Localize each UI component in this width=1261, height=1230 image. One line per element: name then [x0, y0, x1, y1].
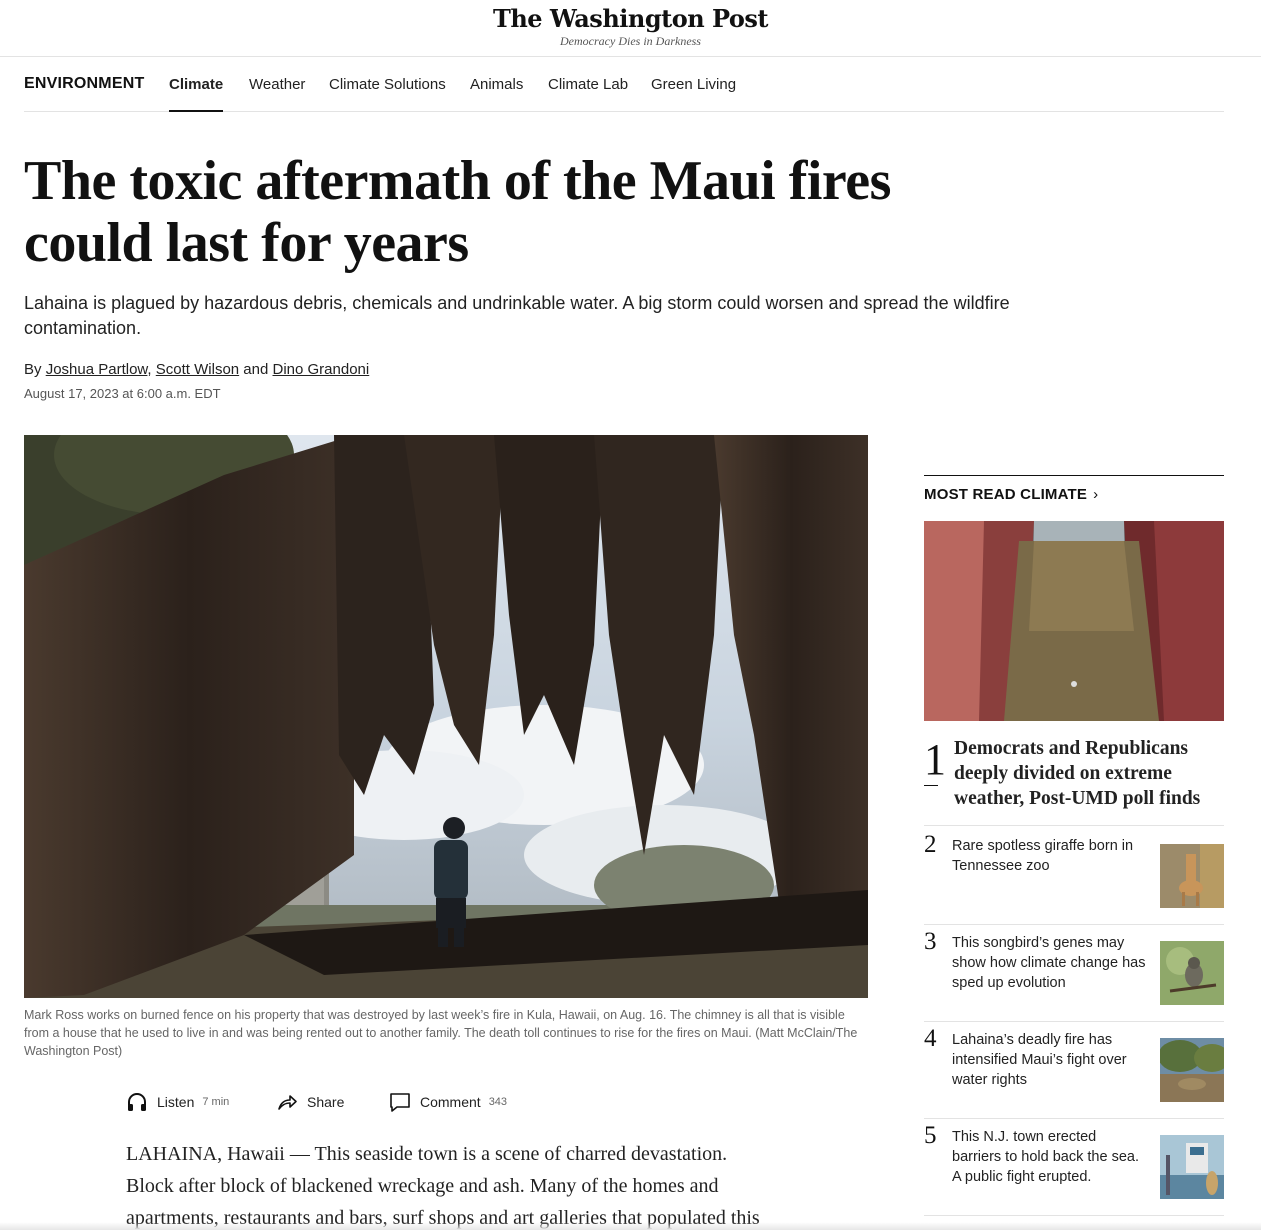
article-action-bar: Listen 7 min Share Comment 343: [126, 1088, 546, 1116]
share-arrow-icon: [276, 1091, 298, 1113]
author-link-3[interactable]: Dino Grandoni: [273, 361, 370, 378]
site-tagline: Democracy Dies in Darkness: [560, 34, 701, 48]
most-read-headline: This N.J. town erected barriers to hold …: [952, 1129, 1139, 1185]
most-read-item-4[interactable]: 4 Lahaina’s deadly fire has intensified …: [924, 1022, 1224, 1119]
comment-label: Comment: [420, 1094, 481, 1110]
author-separator: ,: [147, 361, 152, 378]
lead-photo[interactable]: [24, 435, 868, 998]
most-read-headline: Rare spotless giraffe born in Tennessee …: [952, 838, 1134, 874]
section-nav: ENVIRONMENT Climate Weather Climate Solu…: [24, 57, 1224, 112]
most-read-lead-image[interactable]: [924, 521, 1224, 721]
rank-number: 4: [924, 1025, 937, 1052]
author-link-1[interactable]: Joshua Partlow: [46, 361, 148, 378]
share-label: Share: [307, 1094, 345, 1110]
songbird-thumbnail: [1160, 941, 1224, 1005]
most-read-title[interactable]: MOST READ CLIMATE ›: [924, 486, 1098, 503]
page-bottom-fade: [0, 1222, 1261, 1230]
giraffe-thumbnail: [1160, 844, 1224, 908]
most-read-item-1[interactable]: 1 Democrats and Republicans deeply divid…: [924, 736, 1224, 826]
most-read-headline: Lahaina’s deadly fire has intensified Ma…: [952, 1032, 1127, 1088]
comment-bubble-icon: [389, 1091, 411, 1113]
publish-date: August 17, 2023 at 6:00 a.m. EDT: [24, 386, 221, 401]
photo-caption: Mark Ross works on burned fence on his p…: [24, 1008, 858, 1058]
nav-item-climate-solutions[interactable]: Climate Solutions: [329, 76, 446, 112]
listen-button[interactable]: Listen 7 min: [126, 1088, 229, 1116]
article-body-paragraph: LAHAINA, Hawaii — This seaside town is a…: [126, 1143, 760, 1229]
nj-town-thumbnail: [1160, 1135, 1224, 1199]
byline: By Joshua Partlow, Scott Wilson and Dino…: [24, 361, 369, 378]
maui-water-thumbnail: [1160, 1038, 1224, 1102]
section-title[interactable]: ENVIRONMENT: [24, 75, 144, 93]
comment-button[interactable]: Comment 343: [389, 1088, 507, 1116]
rank-number: 2: [924, 831, 937, 858]
most-read-item-2[interactable]: 2 Rare spotless giraffe born in Tennesse…: [924, 828, 1224, 925]
rank-number: 1: [924, 735, 946, 784]
most-read-headline: Democrats and Republicans deeply divided…: [954, 738, 1201, 809]
nav-item-animals[interactable]: Animals: [470, 76, 523, 112]
comment-count: 343: [488, 1096, 508, 1108]
masthead: The Washington Post Democracy Dies in Da…: [0, 0, 1261, 57]
listen-duration: 7 min: [202, 1096, 230, 1108]
nav-item-climate[interactable]: Climate: [169, 76, 224, 112]
listen-label: Listen: [157, 1094, 195, 1110]
rank-number: 5: [924, 1122, 937, 1149]
author-and: and: [243, 361, 269, 378]
chevron-right-icon: ›: [1093, 486, 1099, 503]
share-button[interactable]: Share: [276, 1088, 344, 1116]
headphones-icon: [126, 1091, 148, 1113]
site-logo[interactable]: The Washington Post: [0, 4, 1261, 33]
nav-item-green-living[interactable]: Green Living: [651, 76, 736, 112]
most-read-item-5[interactable]: 5 This N.J. town erected barriers to hol…: [924, 1119, 1224, 1216]
author-link-2[interactable]: Scott Wilson: [156, 361, 239, 378]
nav-item-climate-lab[interactable]: Climate Lab: [548, 76, 628, 112]
most-read-title-text: MOST READ CLIMATE: [924, 486, 1088, 503]
rank-underline: [924, 785, 938, 786]
most-read-headline: This songbird’s genes may show how clima…: [952, 935, 1146, 991]
nav-item-weather[interactable]: Weather: [249, 76, 305, 112]
most-read-item-3[interactable]: 3 This songbird’s genes may show how cli…: [924, 925, 1224, 1022]
rank-number: 3: [924, 928, 937, 955]
most-read-sidebar: MOST READ CLIMATE › 1 Democrats and Repub…: [924, 475, 1224, 1216]
article-headline: The toxic aftermath of the Maui fires co…: [24, 150, 891, 274]
article-dek: Lahaina is plagued by hazardous debris, …: [24, 293, 1010, 338]
byline-prefix: By: [24, 361, 42, 378]
